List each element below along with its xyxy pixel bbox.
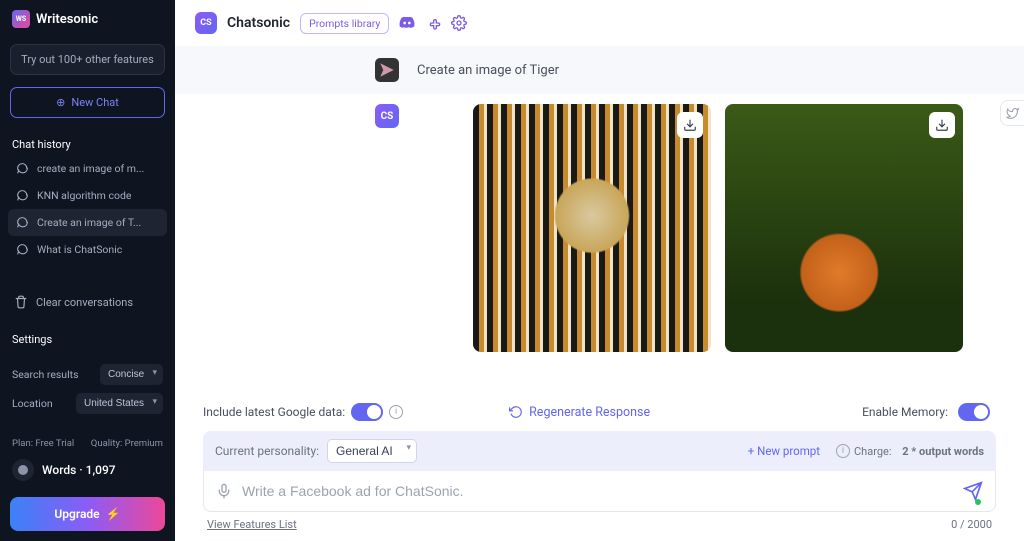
download-button[interactable] <box>677 112 703 138</box>
search-results-row: Search results Concise <box>12 364 163 385</box>
history-item[interactable]: What is ChatSonic <box>8 236 167 263</box>
conversation: Create an image of Tiger CS <box>175 46 1024 397</box>
user-avatar <box>375 58 399 82</box>
prompts-library-button[interactable]: Prompts library <box>300 13 389 34</box>
plan-label: Plan: Free Trial <box>12 438 74 449</box>
footer-row: View Features List 0 / 2000 <box>203 512 996 531</box>
toggle-row: Include latest Google data: i Regenerate… <box>203 397 996 431</box>
plus-icon: ⊕ <box>56 96 65 109</box>
twitter-share-button[interactable] <box>1000 100 1024 126</box>
message-input-row <box>203 471 996 512</box>
location-label: Location <box>12 397 53 410</box>
settings-label: Settings <box>0 325 175 350</box>
words-row: Words · 1,097 <box>0 453 175 491</box>
new-chat-label: New Chat <box>71 96 118 109</box>
main-content: CS Chatsonic Prompts library Create an i… <box>175 0 1024 541</box>
clear-conversations-button[interactable]: Clear conversations <box>0 285 175 319</box>
new-prompt-button[interactable]: + New prompt <box>748 444 820 458</box>
history-item-label: create an image of m... <box>37 162 144 175</box>
user-avatar-icon <box>12 459 34 481</box>
memory-toggle[interactable] <box>958 403 990 421</box>
history-item[interactable]: Create an image of T... <box>8 209 167 236</box>
clear-conversations-label: Clear conversations <box>36 296 133 309</box>
page-title: Chatsonic <box>227 15 290 31</box>
generated-image[interactable] <box>473 104 711 352</box>
sidebar: WS Writesonic Try out 100+ other feature… <box>0 0 175 541</box>
refresh-icon <box>509 405 523 419</box>
sidebar-header: WS Writesonic <box>0 0 175 38</box>
message-input[interactable] <box>242 483 953 499</box>
send-button[interactable] <box>963 481 983 501</box>
assistant-avatar: CS <box>375 104 399 128</box>
enable-memory-label: Enable Memory: <box>862 405 948 419</box>
history-item-label: Create an image of T... <box>37 216 141 229</box>
info-icon[interactable]: i <box>836 444 850 458</box>
user-message-text: Create an image of Tiger <box>417 63 559 78</box>
location-row: Location United States <box>12 393 163 414</box>
include-google-label: Include latest Google data: <box>203 405 345 419</box>
regenerate-button[interactable]: Regenerate Response <box>509 405 650 420</box>
download-button[interactable] <box>929 112 955 138</box>
gear-icon[interactable] <box>451 15 467 31</box>
generated-image[interactable] <box>725 104 963 352</box>
location-select[interactable]: United States <box>76 393 163 414</box>
personality-select[interactable]: General AI <box>327 439 417 463</box>
input-panel: Include latest Google data: i Regenerate… <box>175 397 1024 541</box>
chat-bubble-icon <box>16 243 29 256</box>
discord-icon[interactable] <box>399 15 415 31</box>
user-message-row: Create an image of Tiger <box>175 46 1024 94</box>
twitter-icon <box>1006 107 1019 120</box>
history-item[interactable]: create an image of m... <box>8 155 167 182</box>
new-chat-button[interactable]: ⊕ New Chat <box>10 87 165 118</box>
info-icon[interactable]: i <box>389 405 403 419</box>
view-features-link[interactable]: View Features List <box>207 518 297 531</box>
brand-name: Writesonic <box>36 12 98 27</box>
character-count: 0 / 2000 <box>951 518 992 531</box>
history-item-label: KNN algorithm code <box>37 189 131 202</box>
chat-bubble-icon <box>16 162 29 175</box>
extension-icon[interactable] <box>425 15 441 31</box>
chat-bubble-icon <box>16 189 29 202</box>
regenerate-label: Regenerate Response <box>529 405 650 420</box>
download-icon <box>683 118 697 132</box>
google-data-toggle[interactable] <box>351 403 383 421</box>
microphone-icon[interactable] <box>216 483 232 499</box>
writesonic-logo: WS <box>12 10 30 28</box>
chat-history-list: create an image of m... KNN algorithm co… <box>0 155 175 263</box>
top-bar: CS Chatsonic Prompts library <box>175 0 1024 46</box>
charge-info: i Charge: 2 * output words <box>836 444 984 458</box>
status-dot-icon <box>975 499 981 505</box>
upgrade-button[interactable]: Upgrade ⚡ <box>10 497 165 531</box>
search-results-select[interactable]: Concise <box>100 364 163 385</box>
settings-group: Search results Concise Location United S… <box>0 350 175 428</box>
upgrade-label: Upgrade <box>54 507 99 521</box>
generated-images <box>473 104 963 352</box>
history-item-label: What is ChatSonic <box>37 243 122 256</box>
enable-memory-group: Enable Memory: <box>862 403 996 421</box>
try-features-button[interactable]: Try out 100+ other features <box>10 44 165 75</box>
chat-bubble-icon <box>16 216 29 229</box>
trash-icon <box>14 295 28 309</box>
words-label: Words · 1,097 <box>42 463 116 477</box>
history-item[interactable]: KNN algorithm code <box>8 182 167 209</box>
chat-history-label: Chat history <box>0 130 175 155</box>
quality-label: Quality: Premium <box>91 438 163 449</box>
personality-label: Current personality: <box>215 444 319 458</box>
chatsonic-avatar: CS <box>195 12 217 34</box>
personality-row: Current personality: General AI + New pr… <box>203 431 996 471</box>
download-icon <box>935 118 949 132</box>
lightning-icon: ⚡ <box>106 507 121 521</box>
plan-row: Plan: Free Trial Quality: Premium <box>0 428 175 453</box>
assistant-message-row: CS <box>175 94 1024 352</box>
search-results-label: Search results <box>12 368 79 381</box>
